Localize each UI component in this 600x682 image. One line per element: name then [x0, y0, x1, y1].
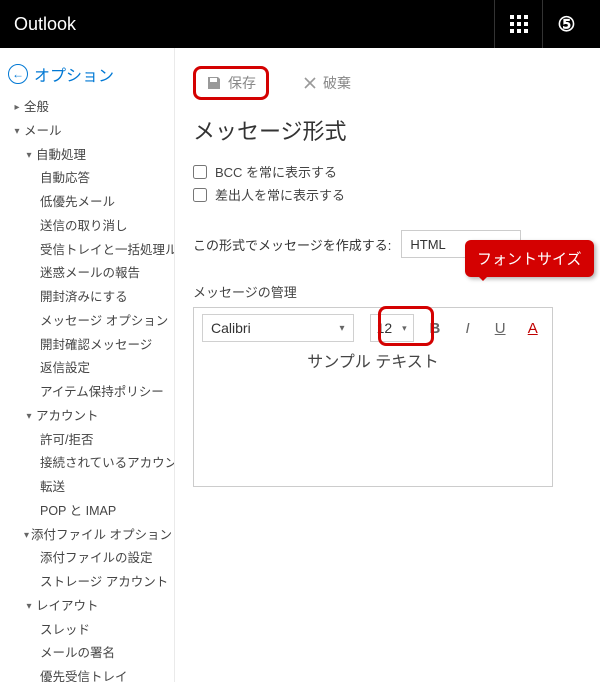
discard-icon [303, 76, 317, 90]
discard-button[interactable]: 破棄 [293, 67, 361, 99]
sidebar-item-retention[interactable]: アイテム保持ポリシー [6, 381, 174, 405]
app-launcher-button[interactable] [494, 0, 542, 48]
sidebar-item-inbox-rules[interactable]: 受信トレイと一括処理ルー [6, 239, 174, 263]
skype-button[interactable]: ⑤ [542, 0, 590, 48]
sidebar-item-general[interactable]: ▸全般 [6, 96, 174, 120]
sidebar-item-mail[interactable]: ▾メール [6, 120, 174, 144]
sidebar-item-mark-read[interactable]: 開封済みにする [6, 286, 174, 310]
back-arrow-icon: ← [8, 64, 28, 84]
sidebar-item-undo-send[interactable]: 送信の取り消し [6, 215, 174, 239]
underline-button[interactable]: U [489, 320, 512, 337]
font-color-button[interactable]: A [521, 320, 544, 337]
format-editor: Calibri ▾ 12 ▾ B I U A サンプル テキスト [193, 307, 553, 487]
show-from-checkbox[interactable] [193, 188, 207, 202]
sidebar-item-attach-settings[interactable]: 添付ファイルの設定 [6, 547, 174, 571]
save-label: 保存 [228, 73, 256, 93]
sidebar-item-pop-imap[interactable]: POP と IMAP [6, 500, 174, 524]
sidebar-item-auto-reply[interactable]: 自動応答 [6, 167, 174, 191]
sidebar-item-read-receipt[interactable]: 開封確認メッセージ [6, 334, 174, 358]
sidebar-item-forwarding[interactable]: 転送 [6, 476, 174, 500]
font-size-value: 12 [377, 320, 393, 336]
show-from-label: 差出人を常に表示する [215, 185, 345, 204]
waffle-icon [510, 15, 528, 33]
annotation-font-size-callout: フォントサイズ [465, 240, 594, 277]
show-from-row[interactable]: 差出人を常に表示する [193, 185, 590, 204]
compose-format-label: この形式でメッセージを作成する: [193, 235, 391, 254]
font-size-select[interactable]: 12 ▾ [370, 314, 414, 342]
sidebar-item-thread[interactable]: スレッド [6, 619, 174, 643]
sidebar-item-layout[interactable]: ▾レイアウト [6, 595, 174, 619]
page-title: メッセージ形式 [193, 114, 590, 146]
sidebar-item-signature[interactable]: メールの署名 [6, 642, 174, 666]
sidebar-item-attach-opts[interactable]: ▾添付ファイル オプション [6, 524, 174, 548]
sidebar-item-connected[interactable]: 接続されているアカウント [6, 452, 174, 476]
sidebar-item-junk-report[interactable]: 迷惑メールの報告 [6, 262, 174, 286]
options-title-label: オプション [34, 62, 114, 86]
editor-section-label: メッセージの管理 [193, 282, 590, 301]
font-family-value: Calibri [211, 320, 251, 336]
sidebar-item-account[interactable]: ▾アカウント [6, 405, 174, 429]
save-icon [206, 75, 222, 91]
show-bcc-checkbox[interactable] [193, 165, 207, 179]
sidebar-item-auto-process[interactable]: ▾自動処理 [6, 144, 174, 168]
sidebar-item-storage-acct[interactable]: ストレージ アカウント [6, 571, 174, 595]
app-brand: Outlook [14, 14, 76, 35]
save-button[interactable]: 保存 [193, 66, 269, 100]
compose-format-value: HTML [410, 237, 445, 252]
italic-button[interactable]: I [456, 320, 479, 337]
sidebar-item-reply-settings[interactable]: 返信設定 [6, 357, 174, 381]
sample-text: サンプル テキスト [194, 348, 552, 372]
skype-icon: ⑤ [558, 12, 576, 37]
discard-label: 破棄 [323, 73, 351, 93]
sidebar-item-message-options[interactable]: メッセージ オプション [6, 310, 174, 334]
sidebar-item-low-priority[interactable]: 低優先メール [6, 191, 174, 215]
bold-button[interactable]: B [424, 320, 447, 337]
font-family-select[interactable]: Calibri ▾ [202, 314, 354, 342]
chevron-down-icon: ▾ [340, 323, 345, 334]
chevron-down-icon: ▾ [402, 323, 407, 334]
sidebar-item-focused[interactable]: 優先受信トレイ [6, 666, 174, 682]
sidebar-item-block-allow[interactable]: 許可/拒否 [6, 429, 174, 453]
back-to-options[interactable]: ← オプション [6, 58, 174, 96]
show-bcc-label: BCC を常に表示する [215, 162, 337, 181]
show-bcc-row[interactable]: BCC を常に表示する [193, 162, 590, 181]
